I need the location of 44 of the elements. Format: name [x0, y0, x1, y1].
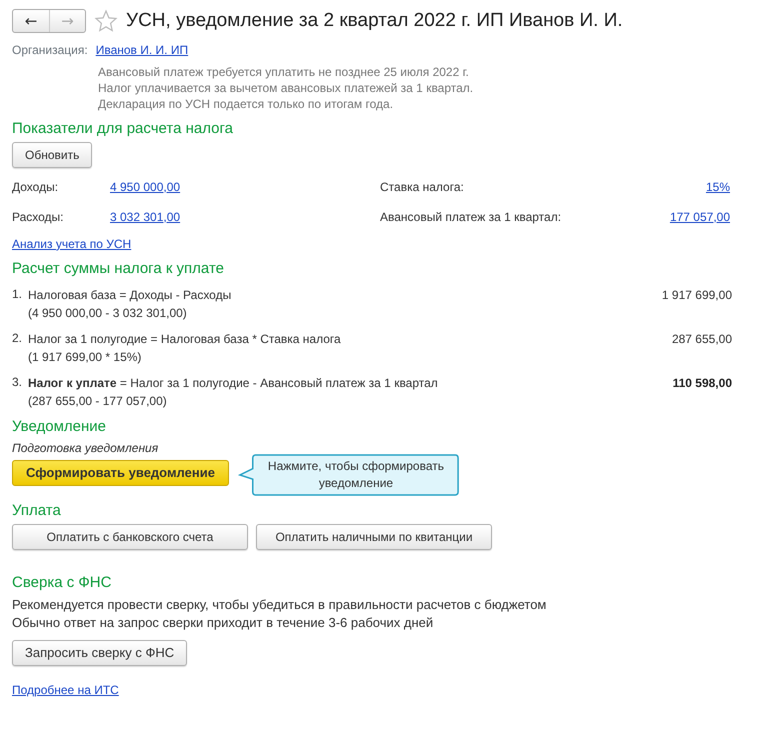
- formula-text: Налог за 1 полугодие = Налоговая база * Ставка налога: [28, 331, 342, 348]
- window-title: УСН, уведомление за 2 квартал 2022 г. ИП Иванов И. И.: [126, 9, 623, 33]
- request-reconciliation-button[interactable]: Запросить сверку с ФНС: [12, 640, 188, 666]
- item-number: 3.: [12, 374, 24, 392]
- payment-button[interactable]: Оплатить с банковского счета: [12, 524, 248, 550]
- more-info-link[interactable]: Подробнее на ИТС: [12, 683, 119, 698]
- formula-text: Налог к уплате = Налог за 1 полугодие - Авансовый платеж за 1 квартал: [28, 375, 439, 392]
- field-value-link[interactable]: 4 950 000,00: [110, 178, 180, 195]
- field-label: Ставка налога:: [380, 178, 464, 195]
- section-heading: Уведомление: [12, 418, 108, 436]
- amount-value: 287 655,00: [672, 331, 732, 348]
- field-label: Доходы:: [12, 178, 60, 195]
- back-button[interactable]: ←: [13, 10, 49, 32]
- formula-detail: (287 655,00 - 177 057,00): [28, 393, 168, 410]
- formula-text: Налоговая база = Доходы - Расходы: [28, 287, 232, 304]
- tooltip: Нажмите, чтобы сформировать уведомление: [238, 454, 459, 496]
- refresh-button[interactable]: Обновить: [12, 142, 92, 168]
- payment-button[interactable]: Оплатить наличными по квитанции: [256, 524, 492, 550]
- organization-label: Организация:: [12, 42, 88, 58]
- info-note: Авансовый платеж требуется уплатить не позднее 25 июля 2022 г.: [98, 64, 470, 80]
- analysis-link[interactable]: Анализ учета по УСН: [12, 236, 132, 252]
- item-number: 2.: [12, 330, 24, 348]
- field-value-link[interactable]: 15%: [706, 178, 730, 195]
- field-value-link[interactable]: 3 032 301,00: [110, 208, 180, 225]
- item-number: 1.: [12, 286, 24, 304]
- section-heading: Сверка с ФНС: [12, 574, 112, 592]
- field-label: Авансовый платеж за 1 квартал:: [380, 208, 562, 225]
- generate-notification-button[interactable]: Сформировать уведомление: [12, 460, 229, 486]
- field-value-link[interactable]: 177 057,00: [670, 208, 730, 225]
- section-heading: Показатели для расчета налога: [12, 120, 234, 138]
- info-note: Декларация по УСН подается только по итогам года.: [98, 96, 394, 112]
- status-text: Подготовка уведомления: [12, 440, 160, 456]
- amount-value: 110 598,00: [672, 375, 732, 392]
- favorite-star-icon[interactable]: [94, 8, 118, 33]
- formula-detail: (4 950 000,00 - 3 032 301,00): [28, 305, 188, 322]
- formula-detail: (1 917 699,00 * 15%): [28, 349, 142, 366]
- organization-link[interactable]: Иванов И. И. ИП: [96, 42, 188, 58]
- amount-value: 1 917 699,00: [662, 287, 732, 304]
- field-label: Расходы:: [12, 208, 65, 225]
- info-note: Налог уплачивается за вычетом авансовых платежей за 1 квартал.: [98, 80, 474, 96]
- info-text: Рекомендуется провести сверку, чтобы убедиться в правильности расчетов с бюджетом: [12, 596, 548, 614]
- section-heading: Расчет суммы налога к уплате: [12, 260, 225, 278]
- info-text: Обычно ответ на запрос сверки приходит в течение 3-6 рабочих дней: [12, 614, 434, 632]
- section-heading: Уплата: [12, 502, 62, 520]
